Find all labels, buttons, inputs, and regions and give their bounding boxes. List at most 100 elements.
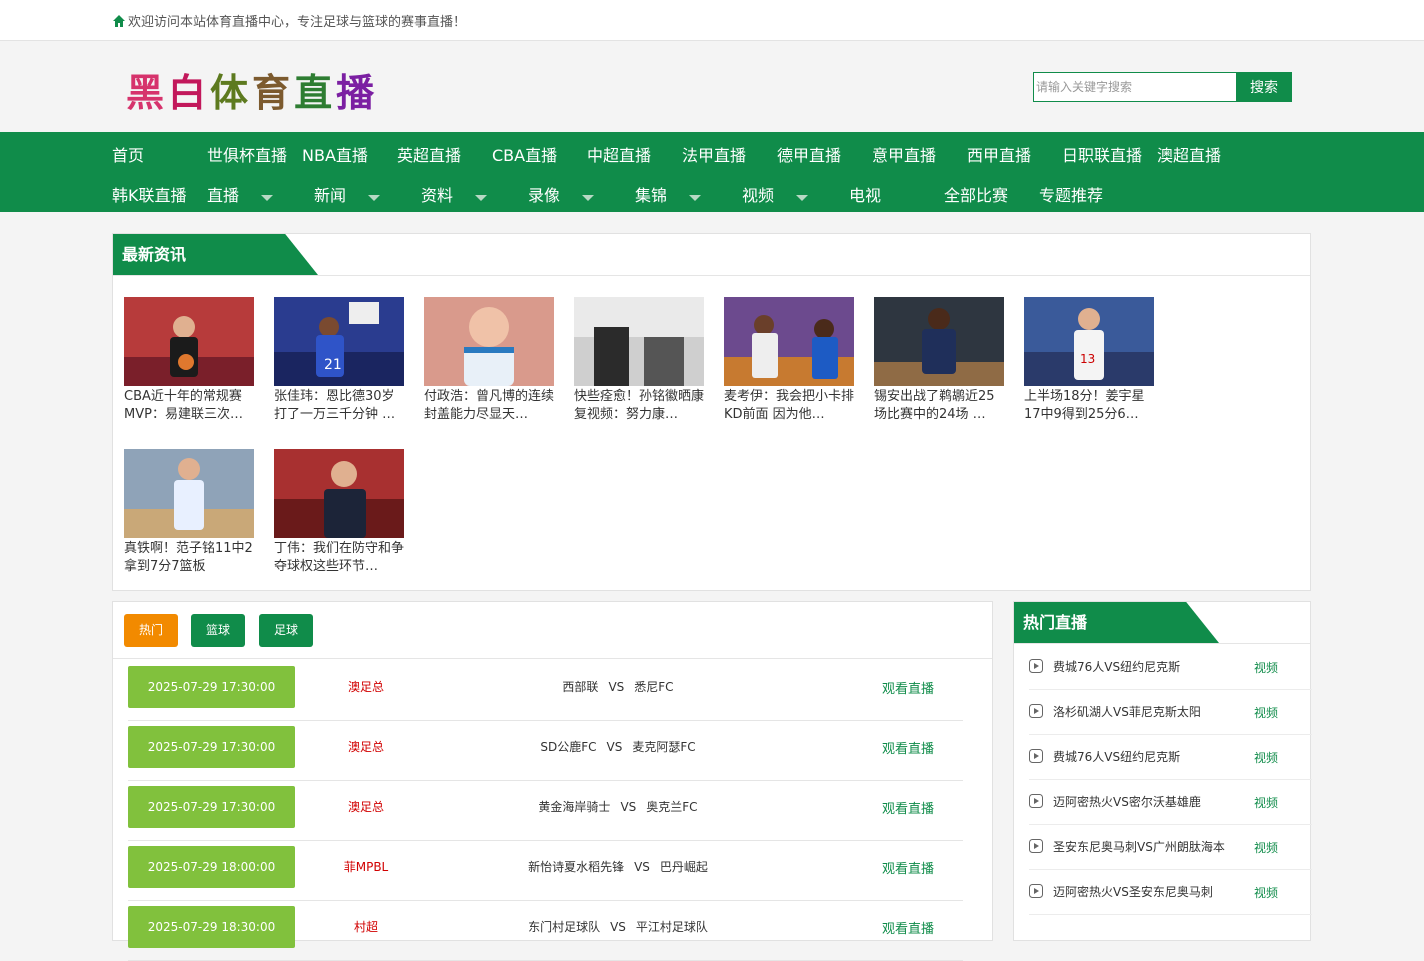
- home-team[interactable]: 黄金海岸骑士: [538, 800, 610, 814]
- logo-char: 播: [336, 69, 379, 115]
- nav-item[interactable]: 英超直播: [397, 142, 461, 166]
- svg-text:13: 13: [1080, 352, 1095, 366]
- away-team[interactable]: 平江村足球队: [636, 920, 708, 934]
- nav-item[interactable]: 日职联直播: [1062, 142, 1142, 166]
- video-link[interactable]: 视频: [1254, 794, 1278, 811]
- news-caption[interactable]: 付政浩：曾凡博的连续封盖能力尽显天…: [424, 388, 556, 424]
- news-thumbnail[interactable]: [574, 297, 704, 386]
- nav-dropdown[interactable]: 直播: [207, 182, 274, 206]
- nav-item[interactable]: 意甲直播: [872, 142, 936, 166]
- nav-item[interactable]: 世俱杯直播: [207, 142, 287, 166]
- video-link[interactable]: 视频: [1254, 839, 1278, 856]
- nav-item[interactable]: 中超直播: [587, 142, 651, 166]
- watch-live-link[interactable]: 观看直播: [882, 738, 934, 757]
- news-card[interactable]: 13 上半场18分！姜宇星17中9得到25分6…: [1024, 297, 1156, 424]
- nav-item[interactable]: 法甲直播: [682, 142, 746, 166]
- away-team[interactable]: 奥克兰FC: [646, 800, 697, 814]
- hot-live-item[interactable]: 洛杉矶湖人VS菲尼克斯太阳 视频: [1029, 690, 1312, 735]
- news-thumbnail[interactable]: [274, 449, 404, 538]
- hot-live-name[interactable]: 洛杉矶湖人VS菲尼克斯太阳: [1053, 703, 1201, 720]
- news-caption[interactable]: 上半场18分！姜宇星17中9得到25分6…: [1024, 388, 1156, 424]
- news-card[interactable]: 锡安出战了鹈鹕近25场比赛中的24场 …: [874, 297, 1006, 424]
- hot-live-name[interactable]: 费城76人VS纽约尼克斯: [1053, 658, 1180, 675]
- nav-dropdown[interactable]: 资料: [421, 182, 488, 206]
- svg-text:21: 21: [324, 357, 342, 373]
- home-team[interactable]: SD公鹿FC: [540, 740, 596, 754]
- watch-live-link[interactable]: 观看直播: [882, 678, 934, 697]
- nav-dropdown[interactable]: 集锦: [635, 182, 702, 206]
- nav-dropdown[interactable]: 视频: [742, 182, 809, 206]
- news-caption[interactable]: 麦考伊：我会把小卡排KD前面 因为他…: [724, 388, 856, 424]
- away-team[interactable]: 巴丹崛起: [660, 860, 708, 874]
- match-league[interactable]: 菲MPBL: [318, 858, 414, 875]
- main-nav: 首页 世俱杯直播 NBA直播 英超直播 CBA直播 中超直播 法甲直播 德甲直播…: [0, 132, 1424, 212]
- match-league[interactable]: 澳足总: [318, 738, 414, 755]
- video-link[interactable]: 视频: [1254, 704, 1278, 721]
- nav-item[interactable]: NBA直播: [302, 142, 368, 166]
- hot-live-item[interactable]: 圣安东尼奥马刺VS广州朗肽海本 视频: [1029, 825, 1312, 870]
- filter-hot-button[interactable]: 热门: [124, 614, 178, 647]
- news-thumbnail[interactable]: [874, 297, 1004, 386]
- match-league[interactable]: 澳足总: [318, 678, 414, 695]
- match-league[interactable]: 村超: [318, 918, 414, 935]
- news-thumbnail[interactable]: [424, 297, 554, 386]
- hot-live-item[interactable]: 费城76人VS纽约尼克斯 视频: [1029, 735, 1312, 780]
- hot-live-item[interactable]: 费城76人VS纽约尼克斯 视频: [1029, 645, 1312, 690]
- news-card[interactable]: 快些痊愈！孙铭徽晒康复视频：努力康…: [574, 297, 706, 424]
- nav-item[interactable]: 电视: [849, 182, 881, 206]
- news-card[interactable]: 麦考伊：我会把小卡排KD前面 因为他…: [724, 297, 856, 424]
- news-card[interactable]: 付政浩：曾凡博的连续封盖能力尽显天…: [424, 297, 556, 424]
- news-caption[interactable]: 丁伟：我们在防守和争夺球权这些环节…: [274, 540, 406, 576]
- nav-item[interactable]: 首页: [112, 142, 144, 166]
- hot-live-name[interactable]: 迈阿密热火VS密尔沃基雄鹿: [1053, 793, 1201, 810]
- news-caption[interactable]: 快些痊愈！孙铭徽晒康复视频：努力康…: [574, 388, 706, 424]
- news-thumbnail[interactable]: 13: [1024, 297, 1154, 386]
- hot-live-name[interactable]: 迈阿密热火VS圣安东尼奥马刺: [1053, 883, 1213, 900]
- news-card[interactable]: 21 张佳玮：恩比德30岁打了一万三千分钟 …: [274, 297, 406, 424]
- away-team[interactable]: 麦克阿瑟FC: [632, 740, 695, 754]
- home-team[interactable]: 西部联: [562, 680, 598, 694]
- news-thumbnail[interactable]: [124, 449, 254, 538]
- away-team[interactable]: 悉尼FC: [634, 680, 673, 694]
- site-logo[interactable]: 黑 白 体 育 直 播: [126, 65, 378, 115]
- news-card[interactable]: 丁伟：我们在防守和争夺球权这些环节…: [274, 449, 406, 576]
- nav-item[interactable]: 德甲直播: [777, 142, 841, 166]
- filter-football-button[interactable]: 足球: [259, 614, 313, 647]
- match-league[interactable]: 澳足总: [318, 798, 414, 815]
- watch-live-link[interactable]: 观看直播: [882, 798, 934, 817]
- nav-item[interactable]: CBA直播: [492, 142, 557, 166]
- watch-live-link[interactable]: 观看直播: [882, 858, 934, 877]
- news-thumbnail[interactable]: [724, 297, 854, 386]
- nav-dropdown[interactable]: 录像: [528, 182, 595, 206]
- news-caption[interactable]: 张佳玮：恩比德30岁打了一万三千分钟 …: [274, 388, 406, 424]
- hot-live-item[interactable]: 迈阿密热火VS密尔沃基雄鹿 视频: [1029, 780, 1312, 825]
- video-link[interactable]: 视频: [1254, 884, 1278, 901]
- nav-dropdown[interactable]: 新闻: [314, 182, 381, 206]
- news-caption[interactable]: CBA近十年的常规赛MVP：易建联三次…: [124, 388, 256, 424]
- nav-item[interactable]: 澳超直播: [1157, 142, 1221, 166]
- news-thumbnail[interactable]: 21: [274, 297, 404, 386]
- play-icon: [1029, 839, 1043, 853]
- nav-item[interactable]: 西甲直播: [967, 142, 1031, 166]
- filter-basketball-button[interactable]: 篮球: [191, 614, 245, 647]
- home-icon[interactable]: [112, 14, 126, 28]
- news-card[interactable]: 真铁啊！范子铭11中2拿到7分7篮板: [124, 449, 256, 576]
- hot-live-name[interactable]: 费城76人VS纽约尼克斯: [1053, 748, 1180, 765]
- search-input[interactable]: [1033, 72, 1236, 102]
- video-link[interactable]: 视频: [1254, 659, 1278, 676]
- nav-item[interactable]: 韩K联直播: [112, 182, 187, 206]
- hot-live-item[interactable]: 迈阿密热火VS圣安东尼奥马刺 视频: [1029, 870, 1312, 915]
- nav-item[interactable]: 专题推荐: [1039, 182, 1103, 206]
- video-link[interactable]: 视频: [1254, 749, 1278, 766]
- match-time: 2025-07-29 17:30:00: [128, 726, 295, 768]
- search-button[interactable]: 搜索: [1236, 72, 1292, 102]
- hot-live-name[interactable]: 圣安东尼奥马刺VS广州朗肽海本: [1053, 838, 1225, 855]
- nav-item[interactable]: 全部比赛: [944, 182, 1008, 206]
- news-caption[interactable]: 真铁啊！范子铭11中2拿到7分7篮板: [124, 540, 256, 576]
- news-caption[interactable]: 锡安出战了鹈鹕近25场比赛中的24场 …: [874, 388, 1006, 424]
- news-card[interactable]: CBA近十年的常规赛MVP：易建联三次…: [124, 297, 256, 424]
- news-thumbnail[interactable]: [124, 297, 254, 386]
- home-team[interactable]: 东门村足球队: [528, 920, 600, 934]
- watch-live-link[interactable]: 观看直播: [882, 918, 934, 937]
- home-team[interactable]: 新怡诗夏水稻先锋: [528, 860, 624, 874]
